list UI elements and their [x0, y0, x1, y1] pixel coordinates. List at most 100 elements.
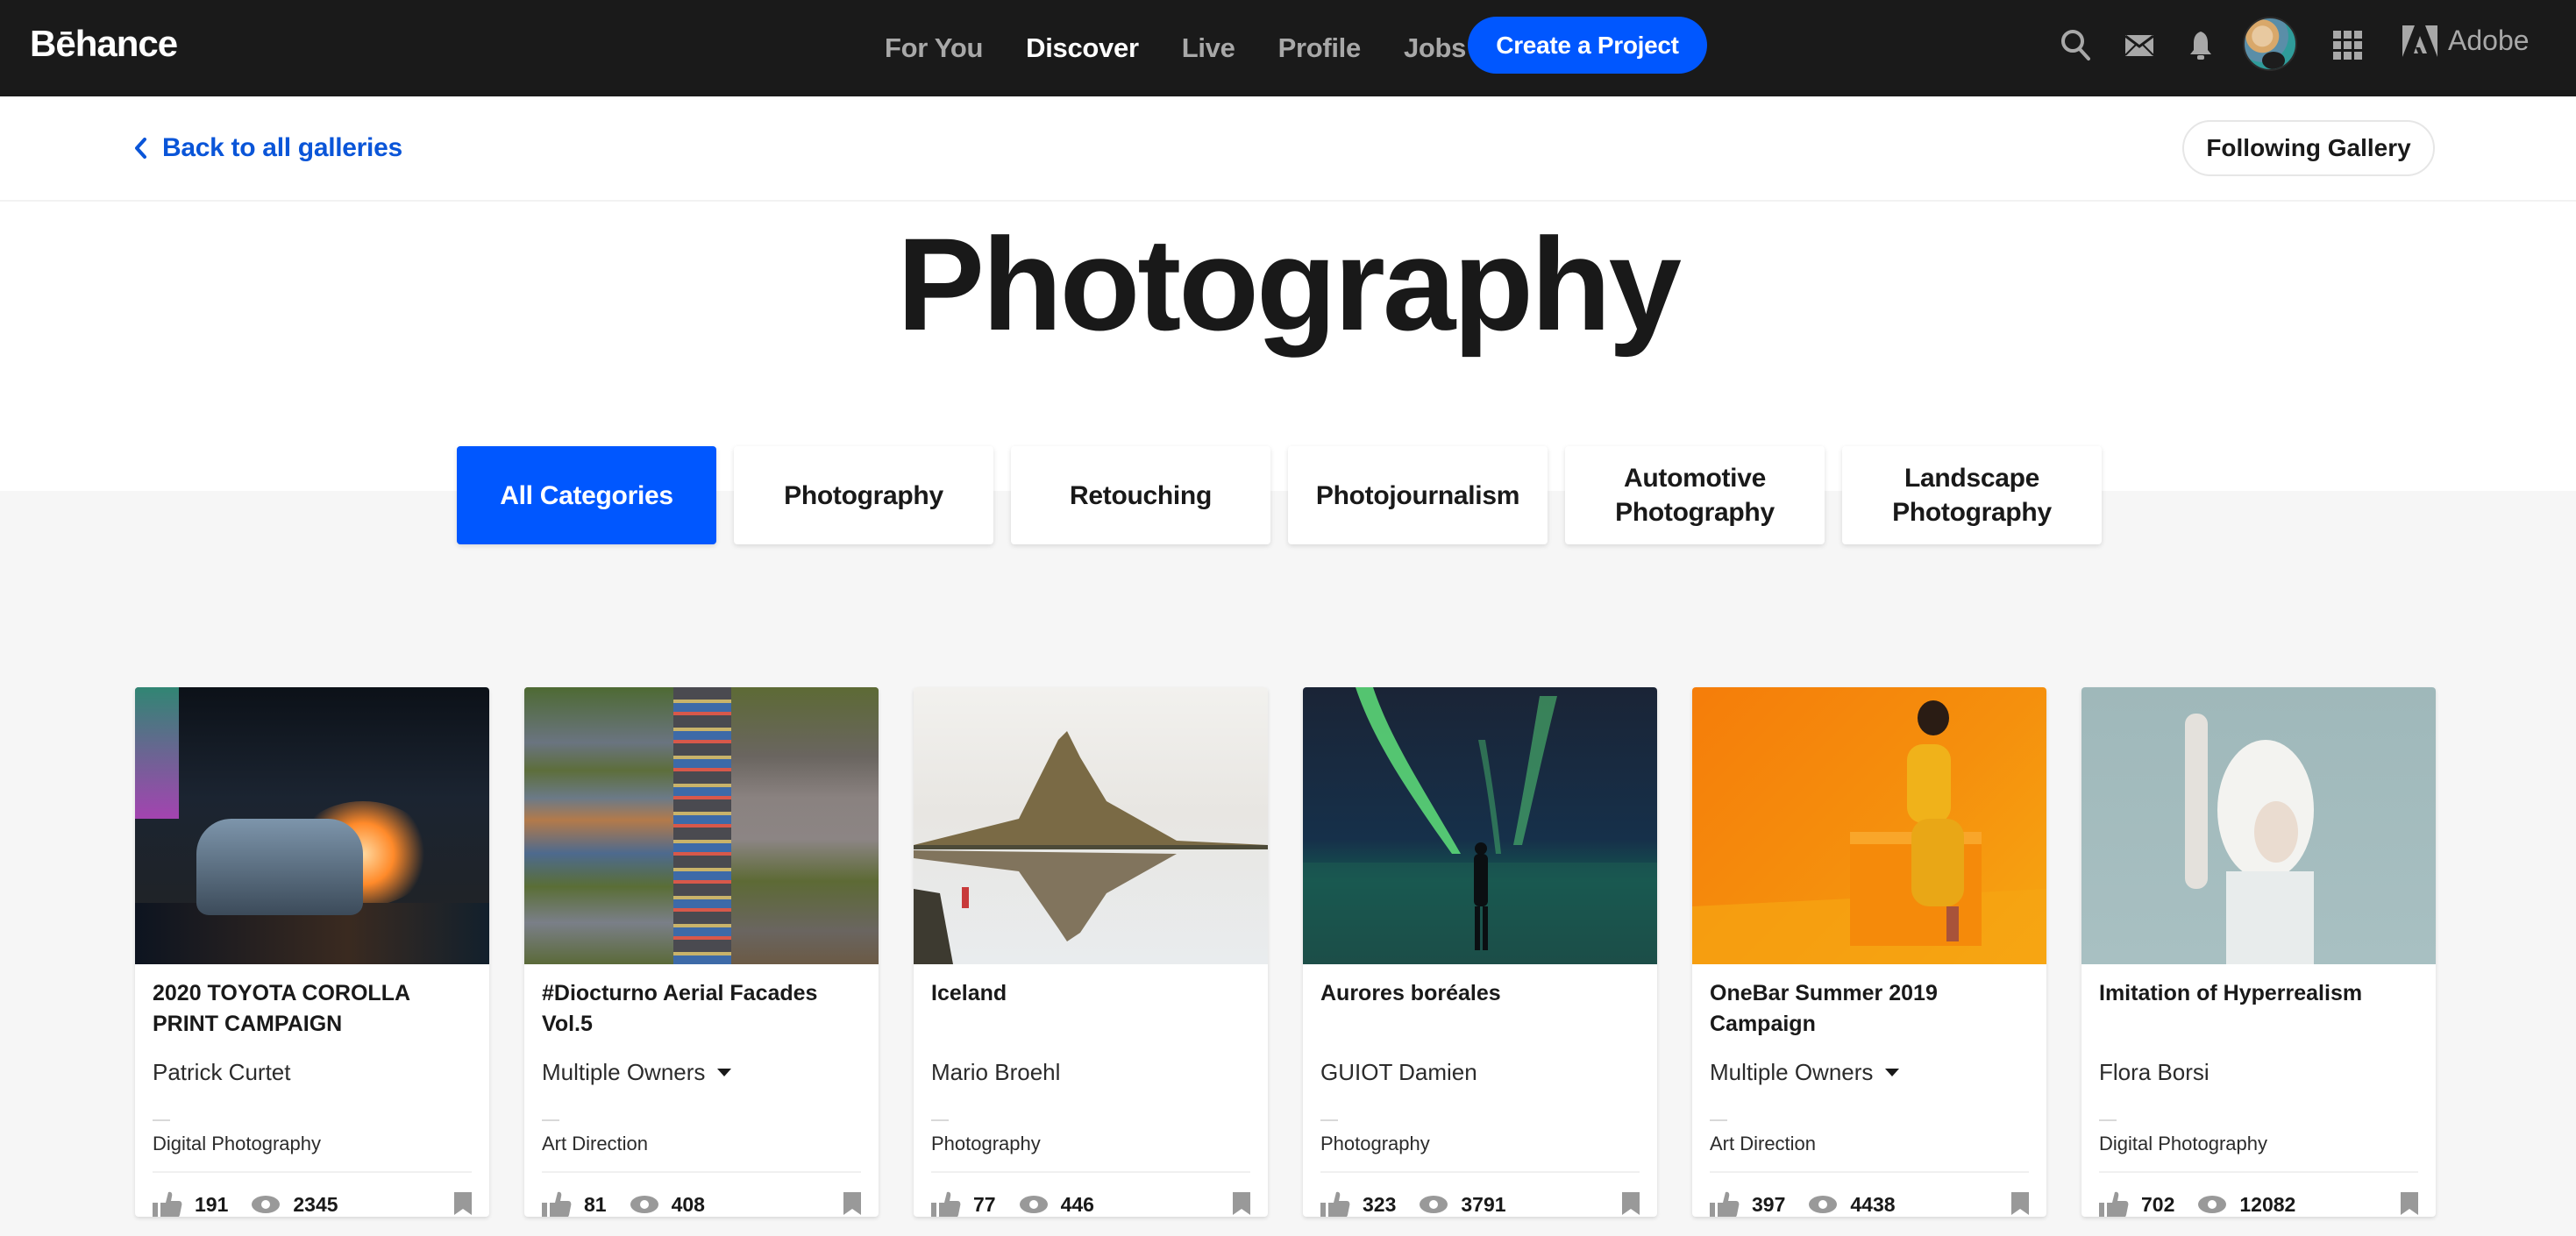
project-thumbnail[interactable] — [2081, 687, 2436, 964]
divider — [931, 1119, 949, 1121]
bookmark-icon[interactable] — [2401, 1192, 2418, 1215]
nav-discover[interactable]: Discover — [1026, 32, 1139, 64]
thumb-detail — [673, 687, 731, 964]
project-title[interactable]: Imitation of Hyperrealism — [2099, 978, 2415, 1009]
main-nav: For You Discover Live Profile Jobs — [885, 0, 1509, 96]
appreciation-count: 702 — [2141, 1192, 2175, 1216]
project-thumbnail[interactable] — [524, 687, 879, 964]
appreciate-icon — [153, 1191, 182, 1217]
project-thumbnail[interactable] — [1303, 687, 1657, 964]
appreciation-count: 323 — [1363, 1192, 1397, 1216]
project-field[interactable]: Digital Photography — [2099, 1133, 2267, 1155]
bookmark-icon[interactable] — [2011, 1192, 2029, 1215]
project-thumbnail[interactable] — [1692, 687, 2046, 964]
project-stats: 77 446 — [931, 1187, 1250, 1217]
owner-name: Mario Broehl — [931, 1059, 1061, 1085]
bookmark-icon[interactable] — [1233, 1192, 1250, 1215]
divider — [542, 1119, 559, 1121]
project-card[interactable]: 2020 TOYOTA COROLLA PRINT CAMPAIGN Patri… — [135, 687, 489, 1217]
project-owner[interactable]: Flora Borsi — [2099, 1059, 2210, 1086]
view-count: 408 — [671, 1192, 705, 1216]
thumb-detail — [2185, 714, 2314, 964]
bookmark-icon[interactable] — [1622, 1192, 1640, 1215]
apps-grid-icon[interactable] — [2329, 26, 2367, 65]
tab-landscape-photography[interactable]: Landscape Photography — [1842, 446, 2102, 544]
project-stats: 702 12082 — [2099, 1187, 2418, 1217]
project-owner[interactable]: Patrick Curtet — [153, 1059, 291, 1086]
divider — [2099, 1171, 2418, 1173]
view-count: 4438 — [1850, 1192, 1896, 1216]
project-field[interactable]: Photography — [931, 1133, 1041, 1155]
nav-profile[interactable]: Profile — [1278, 32, 1362, 64]
project-title[interactable]: Iceland — [931, 978, 1247, 1009]
multiple-owners-dropdown[interactable]: Multiple Owners — [1710, 1059, 1900, 1086]
adobe-label: Adobe — [2448, 25, 2530, 56]
appreciation-count: 77 — [973, 1192, 996, 1216]
search-icon[interactable] — [2057, 26, 2096, 65]
create-project-button[interactable]: Create a Project — [1468, 17, 1707, 74]
project-field[interactable]: Digital Photography — [153, 1133, 321, 1155]
tab-all-categories[interactable]: All Categories — [457, 446, 716, 544]
bookmark-icon[interactable] — [454, 1192, 472, 1215]
tab-photojournalism[interactable]: Photojournalism — [1288, 446, 1548, 544]
tab-photography[interactable]: Photography — [734, 446, 993, 544]
thumb-detail — [1692, 700, 2046, 964]
thumb-detail — [914, 731, 1268, 964]
project-field[interactable]: Art Direction — [1710, 1133, 1816, 1155]
project-card[interactable]: OneBar Summer 2019 Campaign Multiple Own… — [1692, 687, 2046, 1217]
appreciate-icon — [2099, 1191, 2129, 1217]
view-count: 3791 — [1461, 1192, 1506, 1216]
divider — [1710, 1171, 2029, 1173]
project-stats: 323 3791 — [1320, 1187, 1640, 1217]
behance-logo[interactable]: Bēhance — [30, 23, 178, 65]
project-field[interactable]: Photography — [1320, 1133, 1430, 1155]
project-stats: 81 408 — [542, 1187, 861, 1217]
appreciate-icon — [1710, 1191, 1740, 1217]
card-body: Imitation of Hyperrealism Flora Borsi Di… — [2099, 964, 2418, 1217]
project-card[interactable]: Iceland Mario Broehl Photography 77 446 — [914, 687, 1268, 1217]
back-to-galleries-link[interactable]: Back to all galleries — [134, 133, 402, 163]
view-count: 446 — [1060, 1192, 1094, 1216]
divider — [1320, 1171, 1640, 1173]
project-title[interactable]: 2020 TOYOTA COROLLA PRINT CAMPAIGN — [153, 978, 468, 1040]
project-field[interactable]: Art Direction — [542, 1133, 648, 1155]
nav-jobs[interactable]: Jobs — [1404, 32, 1466, 64]
card-body: OneBar Summer 2019 Campaign Multiple Own… — [1710, 964, 2029, 1217]
tab-retouching[interactable]: Retouching — [1011, 446, 1270, 544]
adobe-link[interactable]: Adobe — [2402, 25, 2530, 57]
owner-name: GUIOT Damien — [1320, 1059, 1477, 1085]
project-card[interactable]: Aurores boréales GUIOT Damien Photograph… — [1303, 687, 1657, 1217]
project-card[interactable]: Imitation of Hyperrealism Flora Borsi Di… — [2081, 687, 2436, 1217]
appreciation-count: 191 — [195, 1192, 229, 1216]
project-thumbnail[interactable] — [914, 687, 1268, 964]
following-gallery-button[interactable]: Following Gallery — [2182, 120, 2435, 176]
bell-icon[interactable] — [2181, 26, 2220, 65]
nav-live[interactable]: Live — [1182, 32, 1235, 64]
views-icon — [252, 1196, 281, 1213]
tab-automotive-photography[interactable]: Automotive Photography — [1565, 446, 1825, 544]
thumb-detail — [524, 687, 673, 964]
divider — [1710, 1119, 1727, 1121]
appreciate-icon — [931, 1191, 961, 1217]
caret-down-icon — [717, 1069, 732, 1076]
bookmark-icon[interactable] — [843, 1192, 861, 1215]
avatar[interactable] — [2243, 17, 2297, 71]
page-title: Photography — [897, 210, 1682, 358]
views-icon — [1420, 1196, 1448, 1213]
project-card[interactable]: #Diocturno Aerial Facades Vol.5 Multiple… — [524, 687, 879, 1217]
top-navigation-bar: Bēhance For You Discover Live Profile Jo… — [0, 0, 2576, 96]
project-title[interactable]: OneBar Summer 2019 Campaign — [1710, 978, 2025, 1040]
nav-for-you[interactable]: For You — [885, 32, 983, 64]
multiple-owners-dropdown[interactable]: Multiple Owners — [542, 1059, 732, 1086]
divider — [153, 1171, 472, 1173]
chevron-left-icon — [135, 138, 146, 159]
mail-icon[interactable] — [2120, 26, 2159, 65]
divider — [931, 1171, 1250, 1173]
project-thumbnail[interactable] — [135, 687, 489, 964]
card-body: 2020 TOYOTA COROLLA PRINT CAMPAIGN Patri… — [153, 964, 472, 1217]
project-title[interactable]: Aurores boréales — [1320, 978, 1636, 1009]
project-owner[interactable]: Mario Broehl — [931, 1059, 1060, 1086]
project-title[interactable]: #Diocturno Aerial Facades Vol.5 — [542, 978, 857, 1040]
appreciation-count: 397 — [1752, 1192, 1786, 1216]
project-owner[interactable]: GUIOT Damien — [1320, 1059, 1477, 1086]
